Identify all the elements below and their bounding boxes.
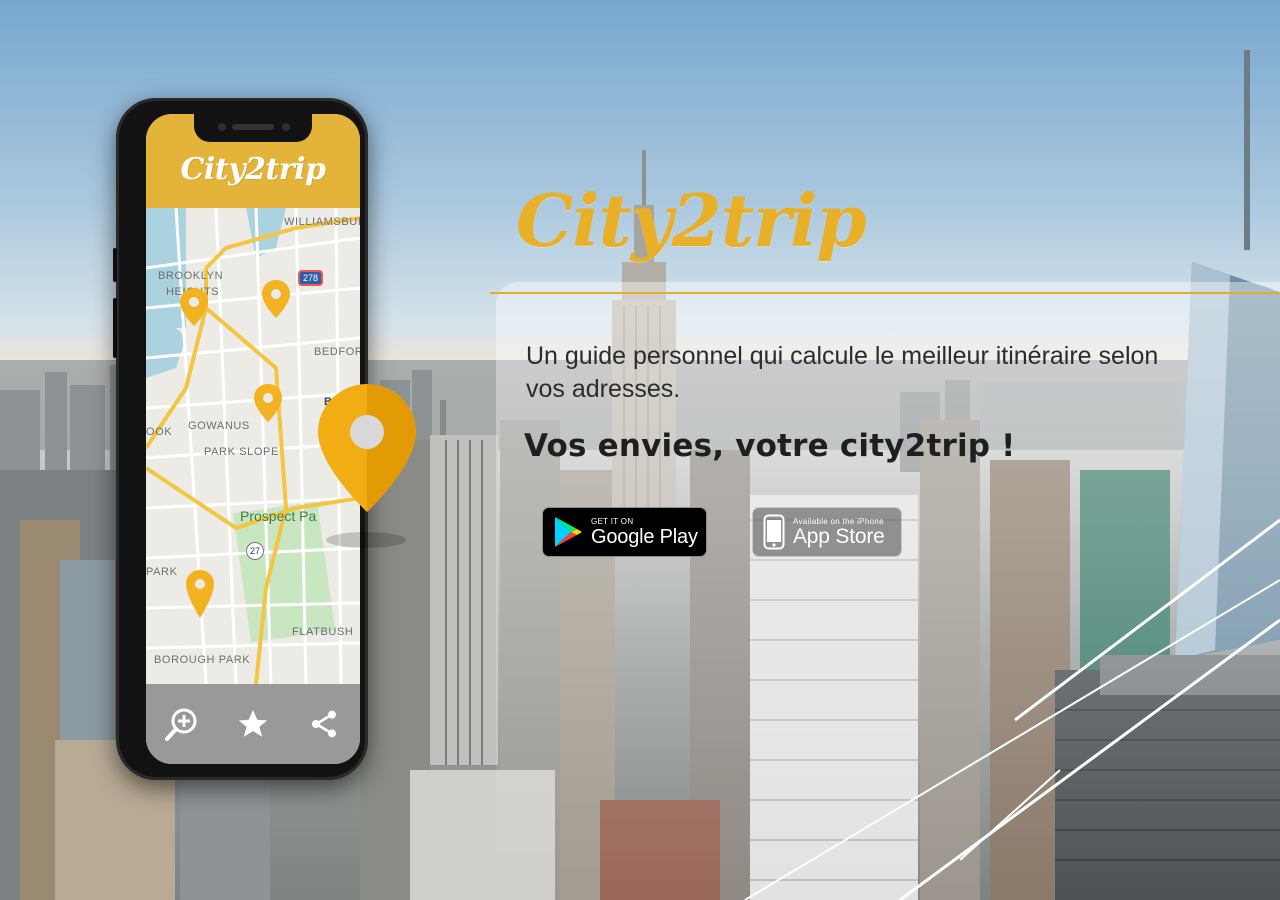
google-play-button[interactable]: GET IT ON Google Play xyxy=(542,507,707,557)
map-label: PARK xyxy=(146,566,178,578)
brand-title: City2trip xyxy=(516,178,867,263)
map-label: BEDFORD xyxy=(314,346,360,358)
map-label: BOROUGH PARK xyxy=(154,654,251,666)
map-pin-icon[interactable] xyxy=(180,288,208,326)
map-label: PARK SLOPE xyxy=(204,446,279,458)
route-marker: 27 xyxy=(246,542,264,560)
hero-description: Un guide personnel qui calcule le meille… xyxy=(526,342,1159,403)
phone-volume-button xyxy=(113,248,117,282)
speaker xyxy=(232,124,274,130)
location-pin-icon xyxy=(318,384,416,548)
brand-divider xyxy=(490,292,1280,294)
app-store-button[interactable]: Available on the iPhone App Store xyxy=(752,507,902,557)
map-pin-icon[interactable] xyxy=(186,570,214,618)
app-store-label: App Store xyxy=(793,524,885,548)
share-button[interactable] xyxy=(302,702,346,746)
map-label: BROOKLYN xyxy=(158,270,224,282)
zoom-in-icon xyxy=(164,708,197,741)
map-label: GOWANUS xyxy=(188,420,250,432)
app-logo: City2trip xyxy=(180,152,326,187)
map-label: Prospect Pa xyxy=(240,508,317,524)
phone-notch xyxy=(194,114,312,142)
favorite-button[interactable] xyxy=(231,702,275,746)
map-pin-icon[interactable] xyxy=(262,280,290,318)
map-label: OOK xyxy=(146,426,173,438)
google-play-label: Google Play xyxy=(591,525,698,548)
google-play-small-label: GET IT ON xyxy=(591,516,634,526)
highway-shield: 278 xyxy=(298,270,324,286)
map-label: FLATBUSH xyxy=(292,626,354,638)
sensor xyxy=(282,123,290,131)
map-label: WILLIAMSBUR xyxy=(284,216,360,228)
star-icon xyxy=(238,709,268,737)
camera-icon xyxy=(218,123,226,131)
phone-volume-button xyxy=(113,298,117,358)
hero-tagline: Vos envies, votre city2trip ! xyxy=(524,428,1016,464)
iphone-icon xyxy=(763,514,785,550)
google-play-icon xyxy=(555,517,582,547)
map-pin-icon[interactable] xyxy=(254,384,282,422)
share-icon xyxy=(312,710,337,738)
zoom-in-button[interactable] xyxy=(160,702,204,746)
app-toolbar xyxy=(146,684,360,764)
